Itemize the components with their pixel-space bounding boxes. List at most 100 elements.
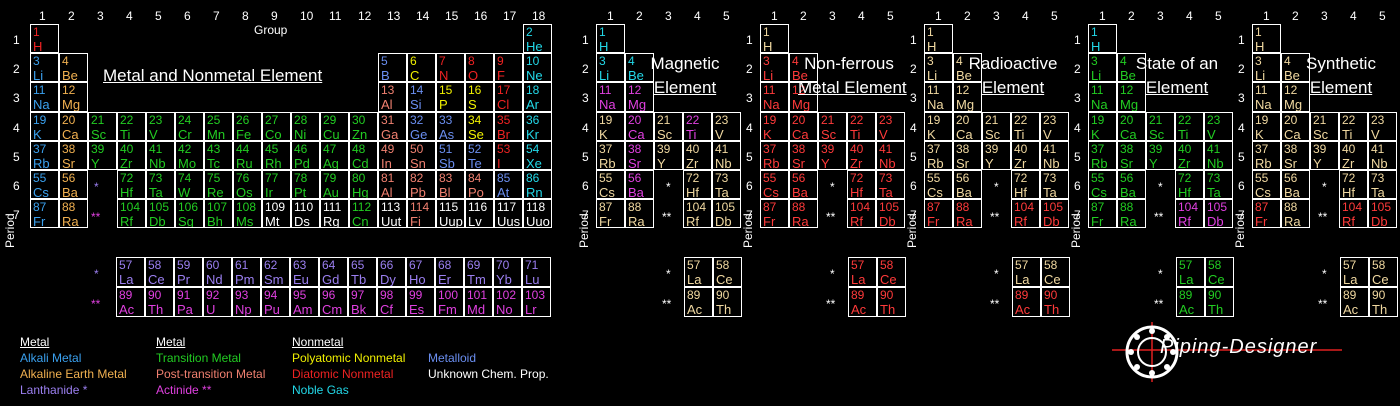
element-symbol: Sr (1120, 155, 1133, 170)
element-symbol: Pm (235, 272, 255, 287)
mini-element-cell: 23 V (1040, 111, 1069, 141)
element-symbol: V (879, 126, 888, 141)
element-cell: 14 Si (407, 82, 436, 112)
element-symbol: Ca (1284, 126, 1301, 141)
element-symbol: Pu (264, 302, 280, 317)
period-number: 1 (13, 33, 20, 47)
atomic-number: 1 (33, 25, 40, 39)
element-cell: 108 Ms (233, 199, 262, 229)
element-symbol: F (497, 68, 505, 83)
element-symbol: At (497, 185, 510, 200)
actinide-cell: 89 Ac (116, 287, 145, 317)
element-symbol: Uup (439, 214, 463, 229)
atomic-number: 58 (880, 258, 894, 272)
panel-title: State of an Element (1126, 52, 1228, 100)
element-symbol: Ca (792, 126, 809, 141)
element-symbol: Th (716, 302, 732, 317)
atomic-number: 89 (119, 288, 133, 302)
element-symbol: Zr (850, 155, 863, 170)
atomic-number: 7 (439, 54, 446, 69)
element-symbol: La (1343, 272, 1358, 287)
element-symbol: Zr (686, 155, 699, 170)
atomic-number: 88 (956, 200, 970, 215)
element-symbol: Ra (628, 214, 645, 229)
atomic-number: 71 (525, 258, 539, 272)
mini-element-cell: 1H (760, 24, 789, 54)
atomic-number: 38 (1120, 141, 1134, 156)
mini-element-cell: 87 Fr (760, 199, 789, 229)
atomic-number: 73 (879, 171, 893, 185)
atomic-number: 103 (525, 288, 546, 302)
element-symbol: Sr (956, 155, 969, 170)
atomic-number: 99 (409, 288, 423, 302)
mini-period-number: 1 (1238, 33, 1245, 47)
atomic-number: 88 (628, 200, 642, 215)
panel-title-line: Metal Element (798, 78, 907, 97)
element-cell: 17 Cl (494, 82, 523, 112)
atomic-number: 55 (763, 171, 777, 185)
atomic-number: 20 (1284, 112, 1298, 127)
mini-element-cell: 3 Li (924, 53, 953, 83)
panel-title: Synthetic Element (1290, 52, 1392, 100)
element-symbol: Sc (985, 126, 1001, 141)
mini-element-cell: 39 Y (818, 140, 847, 170)
element-symbol: Y (821, 155, 830, 170)
mini-actinide-cell: 90 Th (1369, 287, 1398, 317)
element-symbol: K (599, 126, 608, 141)
element-symbol: Lu (525, 272, 540, 287)
mini-element-cell: 39 Y (1146, 140, 1175, 170)
atomic-number: 20 (956, 112, 970, 127)
group-number: 7 (213, 9, 220, 23)
mini-lanthanide-row-marker: * (1158, 267, 1163, 281)
mini-element-cell: 23 V (1368, 111, 1397, 141)
element-symbol: Fm (438, 302, 457, 317)
element-cell: 104 Rf (117, 199, 146, 229)
mini-lanthanide-cell: 57 La (1012, 257, 1041, 287)
atomic-number: 84 (468, 171, 482, 185)
mini-lanthanide-row-marker: * (994, 267, 999, 281)
mini-actinide-cell: 89 Ac (1340, 287, 1369, 317)
atomic-number: 38 (792, 141, 806, 156)
mini-period-number: 2 (910, 62, 917, 77)
element-symbol: Sn (410, 155, 426, 170)
mini-lanthanide-row-marker: * (666, 267, 671, 281)
atomic-number: 39 (657, 141, 671, 156)
legend-heading: Metal (156, 335, 186, 349)
element-symbol: Uuo (526, 214, 550, 229)
atomic-number: 31 (381, 112, 395, 127)
element-symbol: Mg (792, 97, 811, 112)
element-symbol: Y (985, 155, 994, 170)
mini-element-cell: 41 Nb (876, 140, 905, 170)
element-cell: 37 Rb (30, 140, 59, 170)
mini-element-cell: 55 Cs (924, 170, 953, 200)
element-symbol: Bh (207, 214, 223, 229)
atomic-number: 52 (468, 141, 482, 156)
element-cell: 76 Os (233, 170, 262, 200)
element-cell: 52 Te (465, 140, 494, 170)
mini-element-cell: 40 Zr (847, 140, 876, 170)
atomic-number: 106 (178, 200, 199, 215)
element-symbol: Li (927, 68, 938, 83)
mini-element-cell: 104 Rf (847, 199, 876, 229)
legend-item: Polyatomic Nonmetal (292, 351, 406, 365)
element-cell: 77 Ir (262, 170, 291, 200)
element-symbol: Nb (1043, 155, 1060, 170)
element-symbol: Ir (265, 185, 273, 200)
atomic-number: 19 (1091, 112, 1105, 127)
panel-title-line: Non-ferrous (804, 54, 894, 73)
element-symbol: Pd (294, 155, 310, 170)
atomic-number: 48 (352, 141, 366, 156)
element-symbol: No (496, 302, 513, 317)
mini-element-cell: 11 Na (760, 82, 789, 112)
element-symbol: Ti (1014, 126, 1025, 141)
atomic-number: 37 (33, 141, 47, 156)
mini-element-cell: 23 V (876, 111, 905, 141)
atomic-number: 14 (410, 83, 424, 98)
mini-element-cell: 21 Sc (1146, 111, 1175, 141)
mini-lanthanide-marker: * (1322, 180, 1327, 194)
group-number: 17 (503, 9, 517, 23)
atomic-number: 25 (207, 112, 221, 127)
element-symbol: Bk (351, 302, 367, 317)
mini-element-cell: 1H (1088, 24, 1117, 54)
atomic-number: 89 (851, 288, 865, 302)
